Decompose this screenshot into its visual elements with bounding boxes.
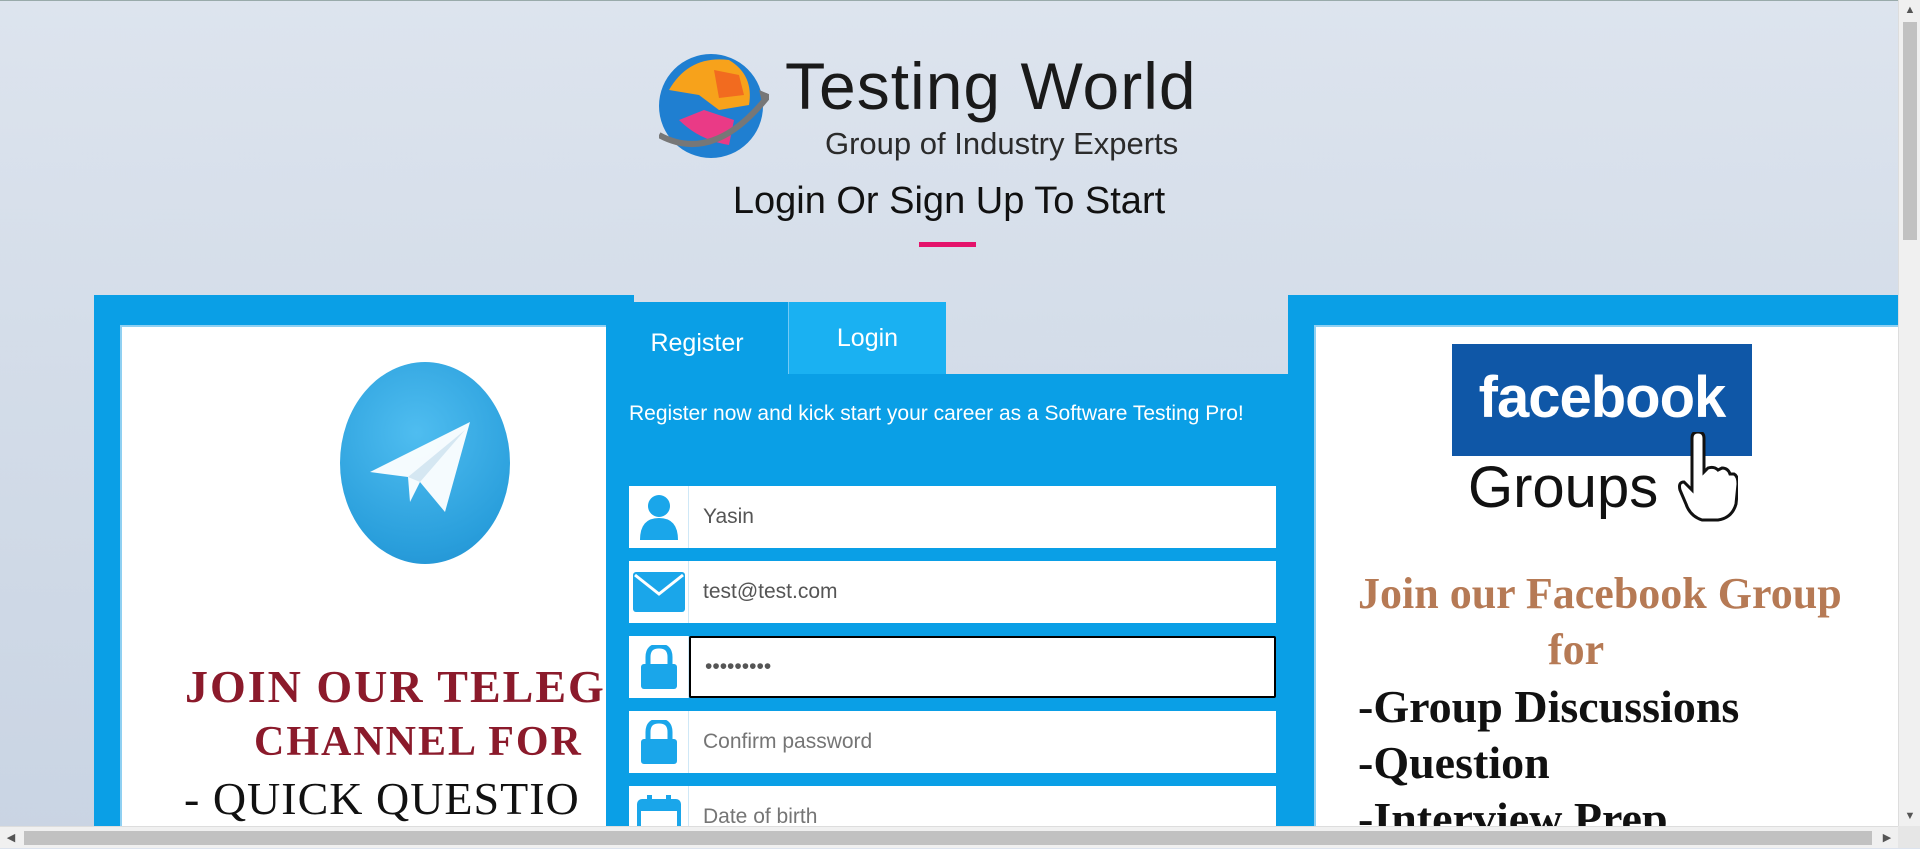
scroll-left-icon[interactable]: ◀ (0, 827, 22, 849)
site-logo[interactable]: Testing World Group of Industry Experts (655, 48, 1245, 166)
email-input[interactable] (689, 561, 1276, 623)
pointer-hand-icon (1678, 432, 1738, 522)
page-title: Login Or Sign Up To Start (732, 180, 1166, 222)
telegram-heading-line2: CHANNEL FOR (254, 719, 583, 765)
tab-register[interactable]: Register (606, 302, 788, 374)
username-field (629, 486, 1276, 548)
logo-title: Testing World (785, 49, 1197, 123)
confirm-password-field (629, 711, 1276, 773)
facebook-heading-line1: Join our Facebook Group (1358, 569, 1842, 618)
scroll-down-icon[interactable]: ▼ (1899, 806, 1920, 826)
window-top-border (0, 0, 1898, 1)
facebook-bullet-1: -Group Discussions (1358, 681, 1740, 732)
lock-icon (629, 636, 689, 698)
confirm-password-input[interactable] (689, 711, 1276, 773)
horizontal-scrollbar[interactable]: ◀ ▶ (0, 826, 1898, 848)
envelope-icon (629, 561, 689, 623)
logo-subtitle: Group of Industry Experts (825, 126, 1179, 161)
horizontal-scroll-thumb[interactable] (24, 831, 1872, 845)
facebook-bullet-2: -Question (1358, 737, 1550, 788)
username-input[interactable] (689, 486, 1276, 548)
register-form: Register now and kick start your career … (606, 374, 1313, 848)
facebook-logo-text: facebook (1478, 365, 1727, 430)
globe-logo-icon (659, 54, 769, 158)
facebook-groups-text: Groups (1468, 455, 1659, 520)
facebook-heading-line2: for (1548, 625, 1605, 674)
tab-login[interactable]: Login (788, 302, 946, 374)
lock-icon (629, 711, 689, 773)
telegram-logo-icon (340, 362, 510, 564)
scroll-right-icon[interactable]: ▶ (1876, 827, 1898, 849)
telegram-heading-line1: JOIN OUR TELEG (185, 661, 606, 712)
email-field (629, 561, 1276, 623)
password-input[interactable] (689, 636, 1276, 698)
user-icon (629, 486, 689, 548)
password-field (629, 636, 1276, 698)
scroll-up-icon[interactable]: ▲ (1899, 0, 1920, 20)
title-underline (919, 242, 976, 247)
telegram-bullet: - QUICK QUESTIO (184, 773, 580, 824)
vertical-scrollbar[interactable]: ▲ ▼ (1898, 0, 1920, 848)
vertical-scroll-thumb[interactable] (1903, 22, 1917, 240)
form-intro-text: Register now and kick start your career … (629, 402, 1244, 425)
scrollbar-corner (1898, 826, 1920, 848)
auth-tabs: Register Login (606, 302, 946, 374)
